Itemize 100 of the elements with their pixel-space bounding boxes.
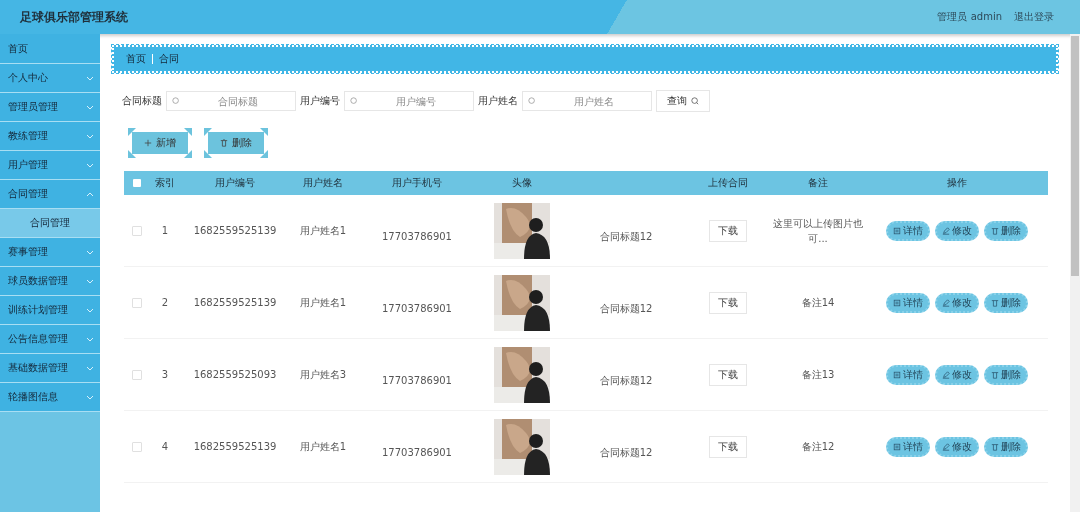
table-cell: 合同标题12 [599,229,653,244]
details-button[interactable]: 详情 [886,292,930,313]
row-checkbox[interactable] [132,441,142,452]
pencil-icon [942,442,950,451]
column-header: 头像 [512,176,532,190]
chevron-icon [86,249,94,255]
admin-label: 管理员 admin [937,10,1002,24]
document-icon [893,370,901,379]
table-cell-text: 这里可以上传图片也可... [772,216,864,246]
edit-button[interactable]: 修改 [935,292,979,313]
table-cell-text: 备注12 [800,440,836,454]
chevron-icon [86,307,94,313]
table-cell: 合同标题12 [599,445,653,460]
table-cell-text: 备注13 [800,368,836,382]
table-cell: 2 [161,297,169,308]
delete-button[interactable]: 删除 [204,128,268,158]
table-cell: 用户姓名1 [299,223,347,238]
trash-icon [991,442,999,451]
row-checkbox[interactable] [132,225,142,236]
column-header: 上传合同 [708,176,748,190]
breadcrumb-link[interactable]: 合同 [159,52,179,66]
table-cell: 17703786901 [382,303,452,314]
chevron-icon [86,336,94,342]
field-label: 合同标题 [122,94,162,108]
row-checkbox[interactable] [132,297,142,308]
search-button[interactable]: 查询 [656,90,710,112]
search-icon [172,97,180,105]
document-icon [893,298,901,307]
table-cell: 17703786901 [382,231,452,242]
table-cell: 17703786901 [382,375,452,386]
table-cell: 3 [161,369,169,380]
scrollbar[interactable] [1070,34,1080,512]
edit-button[interactable]: 修改 [935,364,979,385]
add-button[interactable]: 新增 [128,128,192,158]
column-header: 备注 [808,176,828,190]
breadcrumb-link[interactable]: 首页 [126,52,146,66]
edit-button[interactable]: 修改 [935,220,979,241]
download-button[interactable]: 下载 [709,219,747,242]
details-button[interactable]: 详情 [886,220,930,241]
trash-icon [220,139,228,147]
download-button[interactable]: 下载 [709,291,747,314]
download-button[interactable]: 下载 [709,435,747,458]
pencil-icon [942,226,950,235]
sidebar-subitem[interactable]: 合同管理 [0,209,100,238]
table-cell-text: 备注14 [800,296,836,310]
document-icon [893,442,901,451]
table-cell: 合同标题12 [599,373,653,388]
search-icon [691,97,699,105]
document-icon [893,226,901,235]
delete-button[interactable]: 删除 [984,436,1028,457]
table-cell: 1682559525139 [193,225,277,236]
sidebar-item[interactable]: 轮播图信息 [0,383,100,412]
table-cell: 用户姓名3 [299,367,347,382]
table-cell: 17703786901 [382,447,452,458]
search-field[interactable]: 用户姓名 [522,91,652,111]
column-header: 用户姓名 [303,176,343,190]
table-cell: 合同标题12 [599,301,653,316]
chevron-icon [86,278,94,284]
column-header: 索引 [155,176,175,190]
field-label: 用户编号 [300,94,340,108]
chevron-icon [86,162,94,168]
chevron-icon [86,75,94,81]
trash-icon [991,226,999,235]
chevron-icon [86,191,94,197]
search-icon [350,97,358,105]
table-cell: 1682559525139 [193,441,277,452]
chevron-icon [86,394,94,400]
sidebar-item[interactable]: 公告信息管理 [0,325,100,354]
select-all-checkbox[interactable] [133,179,141,187]
details-button[interactable]: 详情 [886,436,930,457]
search-field[interactable]: 用户编号 [344,91,474,111]
chevron-icon [86,365,94,371]
logout-link[interactable]: 退出登录 [1014,10,1054,24]
row-checkbox[interactable] [132,369,142,380]
pencil-icon [942,370,950,379]
chevron-icon [86,104,94,110]
chevron-icon [86,133,94,139]
table-cell: 用户姓名1 [299,439,347,454]
pencil-icon [942,298,950,307]
trash-icon [991,370,999,379]
app-title: 足球俱乐部管理系统 [20,8,128,26]
table-cell: 1 [161,225,169,236]
delete-button[interactable]: 删除 [984,364,1028,385]
table-cell: 1682559525139 [193,297,277,308]
details-button[interactable]: 详情 [886,364,930,385]
table-cell: 用户姓名1 [299,295,347,310]
column-header: 操作 [947,176,967,190]
table-cell: 1682559525093 [193,369,277,380]
table-cell: 4 [161,441,169,452]
download-button[interactable]: 下载 [709,363,747,386]
search-icon [528,97,536,105]
delete-button[interactable]: 删除 [984,220,1028,241]
column-header: 用户编号 [215,176,255,190]
trash-icon [991,298,999,307]
column-header: 用户手机号 [392,176,442,190]
edit-button[interactable]: 修改 [935,436,979,457]
plus-icon [144,139,152,147]
sidebar-item[interactable]: 基础数据管理 [0,354,100,383]
search-field[interactable]: 合同标题 [166,91,296,111]
delete-button[interactable]: 删除 [984,292,1028,313]
